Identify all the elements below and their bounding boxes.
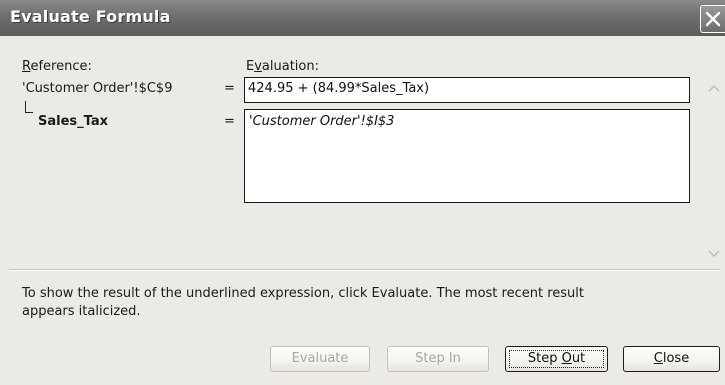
evaluation-result-field[interactable]: 'Customer Order'!$I$3 (244, 109, 690, 203)
equals-sign: = (224, 81, 235, 96)
hint-text-line-1: To show the result of the underlined exp… (22, 286, 584, 301)
step-out-label-end: ut (571, 351, 586, 366)
evaluation-result-value: 'Customer Order'!$I$3 (249, 114, 395, 129)
reference-header-text: eference: (30, 59, 92, 74)
equals-sign: = (224, 114, 235, 129)
evaluation-header-mnemonic: v (254, 59, 262, 74)
step-out-label-start: Step (527, 351, 562, 366)
step-out-label: Step Out (528, 351, 585, 366)
evaluation-header: Evaluation: (246, 59, 319, 74)
step-in-button[interactable]: Step In (387, 346, 489, 372)
close-mnemonic: C (653, 351, 663, 366)
evaluation-field[interactable]: 424.95 + (84.99*Sales_Tax) (244, 77, 690, 103)
evaluation-header-text-end: aluation: (261, 59, 319, 74)
evaluate-button[interactable]: Evaluate (270, 346, 370, 372)
dialog-title: Evaluate Formula (10, 7, 171, 26)
hint-text-line-2: appears italicized. (22, 304, 141, 319)
close-window-button[interactable] (700, 5, 725, 33)
step-out-mnemonic: O (561, 351, 572, 366)
chevron-up-icon[interactable] (705, 80, 723, 98)
reference-name: Sales_Tax (38, 114, 108, 129)
reference-header: Reference: (22, 59, 92, 74)
step-out-button[interactable]: Step Out (505, 346, 608, 372)
evaluation-header-text-start: E (246, 59, 255, 74)
close-label-end: lose (662, 351, 690, 366)
title-bar[interactable]: Evaluate Formula (0, 0, 725, 36)
reference-cell: 'Customer Order'!$C$9 (22, 81, 173, 96)
chevron-down-icon[interactable] (705, 244, 723, 262)
tree-connector (25, 101, 33, 113)
evaluation-expression: 424.95 + (84.99*Sales_Tax) (248, 81, 430, 96)
close-icon (705, 11, 721, 27)
evaluate-formula-dialog: Evaluate Formula Reference: Evaluation: … (0, 0, 725, 385)
close-button[interactable]: Close (623, 346, 720, 372)
separator (9, 269, 720, 271)
